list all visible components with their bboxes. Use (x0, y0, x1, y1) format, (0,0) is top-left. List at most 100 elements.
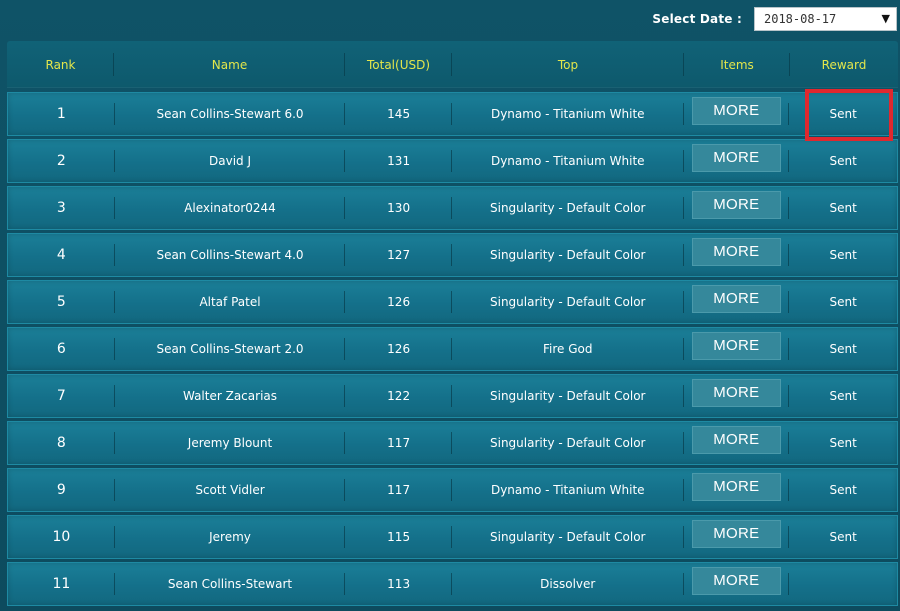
header-name: Name (114, 41, 345, 88)
rank-cell: 3 (8, 187, 115, 229)
table-row: 8 Jeremy Blount 117 Singularity - Default C… (7, 421, 898, 465)
reward-cell: Sent (829, 295, 857, 309)
name-cell: Walter Zacarias (115, 375, 346, 417)
more-button[interactable]: MORE (691, 566, 781, 595)
total-cell: 126 (345, 328, 452, 370)
total-cell: 130 (345, 187, 452, 229)
rank-cell: 1 (8, 93, 115, 135)
date-filter: Select Date : 2018-08-17 ▼ (652, 6, 897, 32)
rank-cell: 7 (8, 375, 115, 417)
more-button[interactable]: MORE (691, 519, 781, 548)
header-top: Top (452, 41, 684, 88)
items-cell: MORE (684, 281, 790, 323)
name-cell: Sean Collins-Stewart 6.0 (115, 93, 346, 135)
header-items: Items (684, 41, 790, 88)
caret-down-icon: ▼ (881, 12, 890, 25)
top-item-cell: Singularity - Default Color (452, 375, 684, 417)
items-cell: MORE (684, 187, 790, 229)
more-button[interactable]: MORE (691, 378, 781, 407)
rank-cell: 11 (8, 563, 115, 605)
reward-cell: Sent (829, 436, 857, 450)
items-cell: MORE (684, 234, 790, 276)
reward-cell: Sent (829, 248, 857, 262)
items-cell: MORE (684, 328, 790, 370)
more-button[interactable]: MORE (691, 237, 781, 266)
name-cell: Altaf Patel (115, 281, 346, 323)
total-cell: 131 (345, 140, 452, 182)
name-cell: Jeremy Blount (115, 422, 346, 464)
header-reward: Reward (821, 57, 867, 72)
reward-cell: Sent (829, 342, 857, 356)
top-item-cell: Singularity - Default Color (452, 422, 684, 464)
rank-cell: 4 (8, 234, 115, 276)
reward-cell: Sent (829, 483, 857, 497)
total-cell: 145 (345, 93, 452, 135)
select-date-label: Select Date : (652, 12, 742, 26)
items-cell: MORE (684, 469, 790, 511)
rank-cell: 2 (8, 140, 115, 182)
more-button[interactable]: MORE (691, 143, 781, 172)
table-row: 6 Sean Collins-Stewart 2.0 126 Fire God MORE… (7, 327, 898, 371)
more-button[interactable]: MORE (691, 284, 781, 313)
reward-cell: Sent (829, 107, 857, 121)
more-button[interactable]: MORE (691, 425, 781, 454)
table-body: 1 Sean Collins-Stewart 6.0 145 Dynamo - Tit… (7, 92, 898, 606)
top-item-cell: Singularity - Default Color (452, 281, 684, 323)
rank-cell: 8 (8, 422, 115, 464)
table-row: 2 David J 131 Dynamo - Titanium White MORE Se… (7, 139, 898, 183)
total-cell: 122 (345, 375, 452, 417)
table-row: 11 Sean Collins-Stewart 113 Dissolver MORE (7, 562, 898, 606)
table-row: 3 Alexinator0244 130 Singularity - Default … (7, 186, 898, 230)
table-row: 1 Sean Collins-Stewart 6.0 145 Dynamo - Tit… (7, 92, 898, 136)
name-cell: Sean Collins-Stewart (115, 563, 346, 605)
top-item-cell: Singularity - Default Color (452, 516, 684, 558)
more-button[interactable]: MORE (691, 96, 781, 125)
rank-cell: 9 (8, 469, 115, 511)
total-cell: 115 (345, 516, 452, 558)
top-item-cell: Fire God (452, 328, 684, 370)
rank-cell: 5 (8, 281, 115, 323)
date-dropdown[interactable]: 2018-08-17 ▼ (754, 7, 897, 31)
items-cell: MORE (684, 563, 790, 605)
table-row: 7 Walter Zacarias 122 Singularity - Default… (7, 374, 898, 418)
top-item-cell: Singularity - Default Color (452, 187, 684, 229)
more-button[interactable]: MORE (691, 472, 781, 501)
name-cell: Scott Vidler (115, 469, 346, 511)
items-cell: MORE (684, 140, 790, 182)
rank-cell: 10 (8, 516, 115, 558)
items-cell: MORE (684, 93, 790, 135)
total-cell: 113 (345, 563, 452, 605)
name-cell: David J (115, 140, 346, 182)
reward-cell: Sent (829, 154, 857, 168)
top-item-cell: Dynamo - Titanium White (452, 140, 684, 182)
top-item-cell: Dissolver (452, 563, 684, 605)
items-cell: MORE (684, 422, 790, 464)
top-item-cell: Dynamo - Titanium White (452, 93, 684, 135)
total-cell: 126 (345, 281, 452, 323)
more-button[interactable]: MORE (691, 331, 781, 360)
reward-cell (789, 563, 897, 605)
table-header: Rank Name Total(USD) Top Items Reward (7, 41, 898, 88)
leaderboard-page: Select Date : 2018-08-17 ▼ Rank Name Tot… (0, 0, 900, 611)
name-cell: Sean Collins-Stewart 2.0 (115, 328, 346, 370)
name-cell: Alexinator0244 (115, 187, 346, 229)
total-cell: 127 (345, 234, 452, 276)
header-total: Total(USD) (345, 41, 452, 88)
table-row: 9 Scott Vidler 117 Dynamo - Titanium White M… (7, 468, 898, 512)
table-row: 10 Jeremy 115 Singularity - Default Color MO… (7, 515, 898, 559)
more-button[interactable]: MORE (691, 190, 781, 219)
reward-cell: Sent (829, 389, 857, 403)
items-cell: MORE (684, 516, 790, 558)
total-cell: 117 (345, 422, 452, 464)
date-dropdown-value: 2018-08-17 (764, 12, 837, 26)
top-item-cell: Dynamo - Titanium White (452, 469, 684, 511)
table-row: 4 Sean Collins-Stewart 4.0 127 Singularity … (7, 233, 898, 277)
items-cell: MORE (684, 375, 790, 417)
reward-cell: Sent (829, 530, 857, 544)
header-rank: Rank (7, 41, 114, 88)
table-row: 5 Altaf Patel 126 Singularity - Default Col… (7, 280, 898, 324)
total-cell: 117 (345, 469, 452, 511)
name-cell: Jeremy (115, 516, 346, 558)
top-item-cell: Singularity - Default Color (452, 234, 684, 276)
rank-cell: 6 (8, 328, 115, 370)
